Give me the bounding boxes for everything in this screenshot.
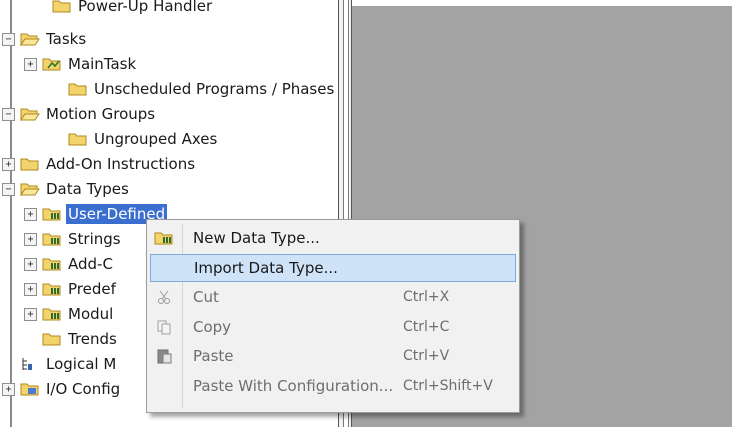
tree-item-label: Add-On Instructions: [46, 155, 196, 173]
folder-icon: [52, 0, 72, 13]
tree-item-label: Logical M: [46, 355, 117, 373]
tree-item-label: Power-Up Handler: [78, 0, 213, 15]
tree-item[interactable]: + I/O Config: [2, 377, 122, 401]
tree-item-label: Tasks: [46, 30, 87, 48]
expand-icon[interactable]: +: [24, 207, 37, 221]
tree-item[interactable]: − Motion Groups: [2, 102, 157, 126]
tree-item-label: I/O Config: [46, 380, 121, 398]
datatype-folder-icon: [42, 207, 62, 221]
tree-item[interactable]: + Strings: [24, 227, 123, 251]
expand-icon[interactable]: +: [24, 307, 37, 321]
menu-item[interactable]: New Data Type...: [150, 224, 516, 252]
tree-item-label: Data Types: [46, 180, 129, 198]
menu-item[interactable]: Import Data Type...: [150, 253, 516, 282]
tree-item-label: Trends: [68, 330, 117, 348]
folder-open-icon: [20, 107, 40, 121]
folder-open-icon: [20, 182, 40, 196]
menu-item-shortcut: Ctrl+Shift+V: [403, 377, 493, 394]
folder-icon: [68, 132, 88, 146]
tree-item[interactable]: + Predef: [24, 277, 118, 301]
menu-item-label: Copy: [193, 317, 232, 336]
datatype-folder-icon: [42, 307, 62, 321]
tree-item-label: Strings: [68, 230, 121, 248]
menu-item-label: Cut: [193, 288, 219, 306]
folder-open-icon: [20, 32, 40, 46]
expand-icon[interactable]: +: [2, 157, 15, 171]
menu-item-shortcut: Ctrl+X: [403, 289, 450, 305]
tree-item[interactable]: + Add-C: [24, 252, 115, 276]
paste-icon: [154, 348, 176, 364]
tree-item[interactable]: − Data Types: [2, 177, 131, 201]
tree-item[interactable]: Trends: [24, 327, 119, 351]
logical-model-icon: [20, 357, 40, 371]
tree-item-label: Ungrouped Axes: [94, 130, 218, 148]
menu-item-label: New Data Type...: [193, 229, 320, 247]
expand-icon[interactable]: +: [24, 257, 37, 271]
menu-item[interactable]: Paste Ctrl+V: [150, 342, 516, 370]
tree-item[interactable]: Unscheduled Programs / Phases: [50, 77, 336, 101]
tree-item[interactable]: Power-Up Handler: [34, 0, 214, 18]
tree-item-label: Add-C: [68, 255, 113, 273]
task-icon: [42, 57, 62, 71]
menu-item[interactable]: Cut Ctrl+X: [150, 283, 516, 311]
tree-item-label: Modul: [68, 305, 114, 323]
tree-item-label: Predef: [68, 280, 116, 298]
tree-item[interactable]: Ungrouped Axes: [50, 127, 219, 151]
expand-icon[interactable]: +: [2, 382, 15, 396]
menu-item-label: Paste: [193, 347, 234, 365]
folder-icon: [42, 332, 62, 346]
datatype-folder-icon: [42, 257, 62, 271]
menu-item-label: Import Data Type...: [194, 258, 338, 277]
datatype-folder-icon: [42, 282, 62, 296]
collapse-icon[interactable]: −: [2, 107, 15, 121]
tree-item[interactable]: + Add-On Instructions: [2, 152, 197, 176]
folder-icon: [68, 82, 88, 96]
tree-item[interactable]: − Tasks: [2, 27, 88, 51]
menu-item[interactable]: Copy Ctrl+C: [150, 313, 516, 341]
datatype-folder-icon: [154, 230, 176, 246]
folder-icon: [20, 157, 40, 171]
collapse-icon[interactable]: −: [2, 32, 15, 46]
blank-icon: [154, 378, 176, 394]
tree-item-label: Unscheduled Programs / Phases: [94, 80, 335, 98]
content-top-edge: [352, 0, 732, 6]
expand-icon[interactable]: +: [24, 232, 37, 246]
menu-item-shortcut: Ctrl+V: [403, 348, 450, 364]
menu-item-label: Paste With Configuration...: [193, 376, 394, 395]
datatype-folder-icon: [42, 232, 62, 246]
expand-icon[interactable]: +: [24, 57, 37, 71]
io-config-icon: [20, 382, 40, 396]
expand-icon[interactable]: +: [24, 282, 37, 296]
tree-item-label: MainTask: [68, 55, 137, 73]
copy-icon: [154, 319, 176, 335]
tree-item[interactable]: + MainTask: [24, 52, 138, 76]
menu-item[interactable]: Paste With Configuration... Ctrl+Shift+V: [150, 372, 516, 400]
tree-item[interactable]: + Modul: [24, 302, 115, 326]
collapse-icon[interactable]: −: [2, 182, 15, 196]
blank-icon: [155, 261, 177, 277]
scissors-icon: [154, 289, 176, 305]
tree-item-label: Motion Groups: [46, 105, 156, 123]
tree-item[interactable]: Logical M: [2, 352, 118, 376]
context-menu: New Data Type... Import Data Type... Cut Ct…: [146, 219, 520, 413]
menu-item-shortcut: Ctrl+C: [403, 318, 450, 335]
